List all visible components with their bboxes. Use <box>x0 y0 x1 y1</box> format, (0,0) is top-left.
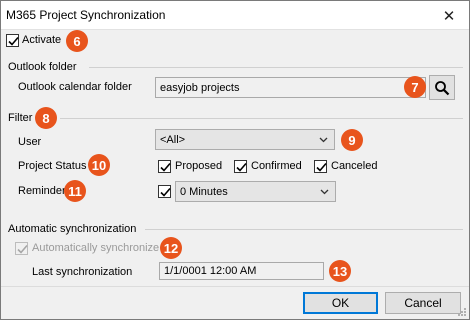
status-proposed-label[interactable]: Proposed <box>175 160 222 172</box>
status-canceled-label[interactable]: Canceled <box>331 160 377 172</box>
status-canceled-checkbox[interactable] <box>314 160 327 173</box>
callout-badge-9: 9 <box>341 129 363 151</box>
reminder-select-value: 0 Minutes <box>180 185 228 198</box>
callout-badge-12: 12 <box>160 237 182 259</box>
auto-sync-label[interactable]: Automatically synchronize <box>32 242 159 254</box>
outlook-folder-value: easyjob projects <box>160 81 240 94</box>
search-icon <box>435 80 450 95</box>
callout-badge-7: 7 <box>404 76 426 98</box>
user-select-value: <All> <box>160 133 186 146</box>
resize-grip-icon[interactable] <box>457 307 467 317</box>
chevron-down-icon <box>320 189 329 195</box>
cancel-button[interactable]: Cancel <box>385 292 461 314</box>
chevron-down-icon <box>319 137 328 143</box>
last-sync-value: 1/1/0001 12:00 AM <box>164 265 257 277</box>
outlook-section-divider <box>89 67 463 68</box>
outlook-folder-label: Outlook calendar folder <box>18 81 132 93</box>
project-status-label: Project Status <box>18 160 87 172</box>
status-confirmed-label[interactable]: Confirmed <box>251 160 302 172</box>
callout-badge-11: 11 <box>64 180 86 202</box>
window-title: M365 Project Synchronization <box>6 8 166 22</box>
dialog-window: M365 Project Synchronization ✕ Activate … <box>0 0 470 320</box>
reminder-checkbox[interactable] <box>158 185 171 198</box>
checkmark-icon <box>160 162 171 172</box>
title-bar: M365 Project Synchronization ✕ <box>1 1 469 30</box>
callout-badge-8: 8 <box>35 107 57 129</box>
callout-badge-6: 6 <box>66 30 88 52</box>
checkmark-icon <box>316 162 327 172</box>
checkmark-icon <box>236 162 247 172</box>
checkmark-icon <box>160 187 171 197</box>
status-proposed-checkbox[interactable] <box>158 160 171 173</box>
reminder-select[interactable]: 0 Minutes <box>175 181 336 202</box>
filter-section-divider <box>60 118 463 119</box>
close-icon: ✕ <box>442 7 456 25</box>
status-confirmed-checkbox[interactable] <box>234 160 247 173</box>
callout-badge-10: 10 <box>88 154 110 176</box>
last-sync-field: 1/1/0001 12:00 AM <box>159 262 324 280</box>
user-select[interactable]: <All> <box>155 129 335 150</box>
footer-divider <box>1 286 469 287</box>
user-label: User <box>18 136 42 148</box>
autosync-section-title: Automatic synchronization <box>8 223 137 235</box>
autosync-section-divider <box>145 229 463 230</box>
filter-section-title: Filter <box>8 112 33 124</box>
ok-button[interactable]: OK <box>303 292 378 314</box>
outlook-folder-field[interactable]: easyjob projects <box>155 77 426 98</box>
outlook-section-title: Outlook folder <box>8 61 77 73</box>
activate-checkbox[interactable] <box>6 34 19 47</box>
checkmark-icon <box>8 36 19 46</box>
last-sync-label: Last synchronization <box>32 266 133 278</box>
reminder-label: Reminder <box>18 185 66 197</box>
close-button[interactable]: ✕ <box>429 1 469 30</box>
auto-sync-checkbox[interactable] <box>15 242 28 255</box>
checkmark-icon <box>17 244 28 254</box>
activate-label[interactable]: Activate <box>22 34 61 46</box>
callout-badge-13: 13 <box>329 260 351 282</box>
browse-folder-button[interactable] <box>429 75 455 100</box>
